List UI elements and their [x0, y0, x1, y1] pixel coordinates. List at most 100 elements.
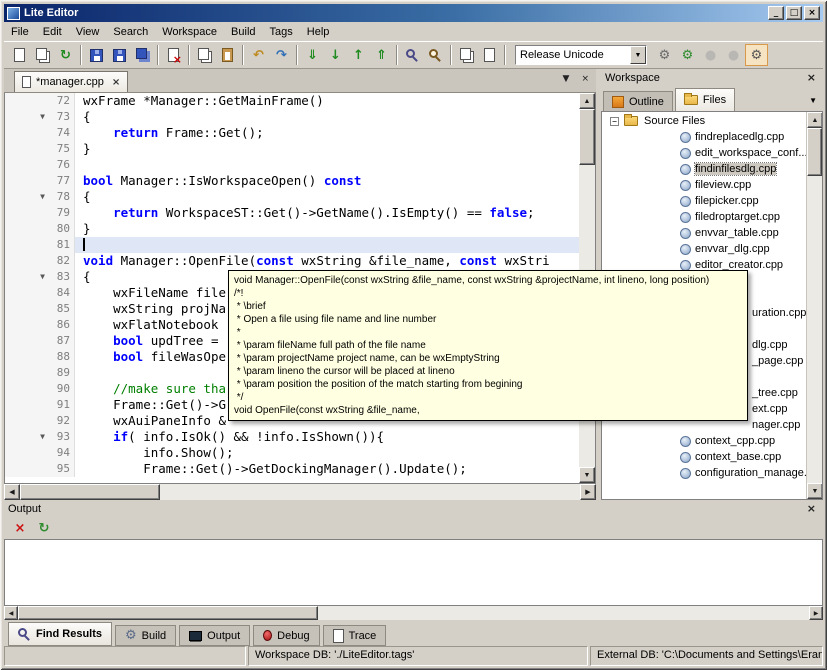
toggle-bookmark-button[interactable]: ⇓ — [301, 44, 324, 66]
next-bookmark-button[interactable]: ↓ — [324, 44, 347, 66]
build-config-combo[interactable]: Release Unicode▼ — [515, 45, 647, 65]
tree-item[interactable]: findinfilesdlg.cpp — [602, 161, 806, 177]
code-line[interactable]: 77bool Manager::IsWorkspaceOpen() const — [5, 173, 579, 189]
tree-item[interactable]: edit_workspace_conf... — [602, 145, 806, 161]
new-file-button[interactable] — [8, 44, 31, 66]
workspace-close-icon[interactable]: × — [804, 70, 819, 85]
tree-item[interactable]: context_base.cpp — [602, 449, 806, 465]
maximize-button[interactable]: □ — [786, 6, 802, 20]
tree-item[interactable]: configuration_manage... — [602, 465, 806, 481]
tree-item[interactable]: filedroptarget.cpp — [602, 209, 806, 225]
menu-workspace[interactable]: Workspace — [155, 24, 224, 40]
hscroll-thumb[interactable] — [20, 484, 160, 500]
tree-vscroll-track[interactable] — [807, 176, 822, 483]
vscroll-thumb[interactable] — [579, 109, 595, 165]
output-hscrollbar[interactable]: ◀ ▶ — [4, 606, 823, 620]
scroll-down-icon[interactable]: ▼ — [579, 467, 595, 483]
output-close-icon[interactable]: × — [804, 501, 819, 516]
code-line[interactable]: 74 return Frame::Get(); — [5, 125, 579, 141]
find-button[interactable] — [401, 44, 424, 66]
code-line[interactable]: ▼93 if( info.IsOk() && !info.IsShown()){ — [5, 429, 579, 445]
menu-tags[interactable]: Tags — [263, 24, 300, 40]
output-hscroll-track[interactable] — [318, 606, 809, 620]
swap-header-source-button[interactable] — [455, 44, 478, 66]
tree-root-source-files[interactable]: −Source Files — [602, 113, 806, 129]
tab-list-dropdown-icon[interactable]: ▼ — [560, 73, 573, 86]
paste-button[interactable] — [216, 44, 239, 66]
fold-marker-icon[interactable]: ▼ — [5, 429, 49, 445]
tab-manager-cpp[interactable]: *manager.cpp × — [14, 71, 128, 92]
tree-vscroll-thumb[interactable] — [807, 128, 822, 176]
tree-scroll-up-icon[interactable]: ▲ — [807, 112, 823, 128]
clear-output-button[interactable]: × — [10, 518, 30, 538]
editor-hscrollbar[interactable]: ◀ ▶ — [4, 484, 596, 500]
tree-item[interactable]: fileview.cpp — [602, 177, 806, 193]
tree-item[interactable]: findreplacedlg.cpp — [602, 129, 806, 145]
tab-outline[interactable]: Outline — [603, 91, 673, 111]
code-line[interactable]: 94 info.Show(); — [5, 445, 579, 461]
code-line[interactable]: 82void Manager::OpenFile(const wxString … — [5, 253, 579, 269]
tree-scroll-down-icon[interactable]: ▼ — [807, 483, 823, 499]
code-line[interactable]: 75} — [5, 141, 579, 157]
tree-vscrollbar[interactable]: ▲ ▼ — [806, 112, 822, 499]
output-hscroll-thumb[interactable] — [18, 606, 318, 620]
menu-build[interactable]: Build — [224, 24, 262, 40]
menu-edit[interactable]: Edit — [36, 24, 69, 40]
code-line[interactable]: 76 — [5, 157, 579, 173]
code-line[interactable]: 80} — [5, 221, 579, 237]
scroll-left-icon[interactable]: ◀ — [4, 484, 20, 500]
bottom-tab-debug[interactable]: Debug — [253, 625, 319, 646]
workspace-tab-dropdown-icon[interactable]: ▼ — [809, 96, 817, 105]
open-file-button[interactable] — [31, 44, 54, 66]
output-text[interactable] — [4, 539, 823, 606]
menu-view[interactable]: View — [69, 24, 107, 40]
code-line[interactable]: 79 return WorkspaceST::Get()->GetName().… — [5, 205, 579, 221]
title-bar[interactable]: Lite Editor _ □ × — [4, 4, 823, 22]
bottom-tab-build[interactable]: ⚙Build — [115, 625, 176, 646]
menu-search[interactable]: Search — [106, 24, 155, 40]
environment-settings-button[interactable]: ⚙ — [676, 44, 699, 66]
tab-close-icon[interactable]: × — [112, 77, 120, 88]
output-scroll-left-icon[interactable]: ◀ — [4, 606, 18, 620]
code-line[interactable]: ▼78{ — [5, 189, 579, 205]
tab-files[interactable]: Files — [675, 88, 735, 111]
output-scroll-right-icon[interactable]: ▶ — [809, 606, 823, 620]
close-button[interactable]: × — [804, 6, 820, 20]
tags-options-button[interactable]: ⚙ — [653, 44, 676, 66]
tree-item[interactable]: filepicker.cpp — [602, 193, 806, 209]
scroll-right-icon[interactable]: ▶ — [580, 484, 596, 500]
bottom-tab-output[interactable]: Output — [179, 625, 250, 646]
combo-dropdown-icon[interactable]: ▼ — [630, 46, 646, 64]
reload-file-button[interactable]: ↻ — [54, 44, 77, 66]
code-line[interactable]: 95 Frame::Get()->GetDockingManager().Upd… — [5, 461, 579, 477]
save-file-button[interactable] — [85, 44, 108, 66]
tree-item[interactable]: envvar_dlg.cpp — [602, 241, 806, 257]
previous-bookmark-button[interactable]: ↑ — [347, 44, 370, 66]
code-line[interactable]: ▼73{ — [5, 109, 579, 125]
stop-build-button[interactable]: ● — [722, 44, 745, 66]
tab-bar-close-icon[interactable]: × — [578, 73, 592, 86]
fold-marker-icon[interactable]: ▼ — [5, 109, 49, 125]
tree-item[interactable]: context_cpp.cpp — [602, 433, 806, 449]
hscroll-track[interactable] — [160, 484, 580, 500]
copy-button[interactable] — [193, 44, 216, 66]
goto-definition-button[interactable] — [478, 44, 501, 66]
clean-project-button[interactable]: ⚙ — [745, 44, 768, 66]
save-all-button[interactable] — [131, 44, 154, 66]
bottom-tab-trace[interactable]: Trace — [323, 625, 387, 646]
build-project-button[interactable]: ● — [699, 44, 722, 66]
find-in-files-button[interactable] — [424, 44, 447, 66]
code-line[interactable]: 81 — [5, 237, 579, 253]
scroll-up-icon[interactable]: ▲ — [579, 93, 595, 109]
fold-marker-icon[interactable]: ▼ — [5, 269, 49, 285]
menu-help[interactable]: Help — [300, 24, 337, 40]
redo-button[interactable]: ↷ — [270, 44, 293, 66]
bottom-tab-find-results[interactable]: Find Results — [8, 622, 112, 646]
clear-bookmarks-button[interactable]: ⇑ — [370, 44, 393, 66]
fold-marker-icon[interactable]: ▼ — [5, 189, 49, 205]
close-file-button[interactable] — [162, 44, 185, 66]
save-file-as-button[interactable] — [108, 44, 131, 66]
code-line[interactable]: 72wxFrame *Manager::GetMainFrame() — [5, 93, 579, 109]
menu-file[interactable]: File — [4, 24, 36, 40]
collapse-icon[interactable]: − — [610, 117, 619, 126]
